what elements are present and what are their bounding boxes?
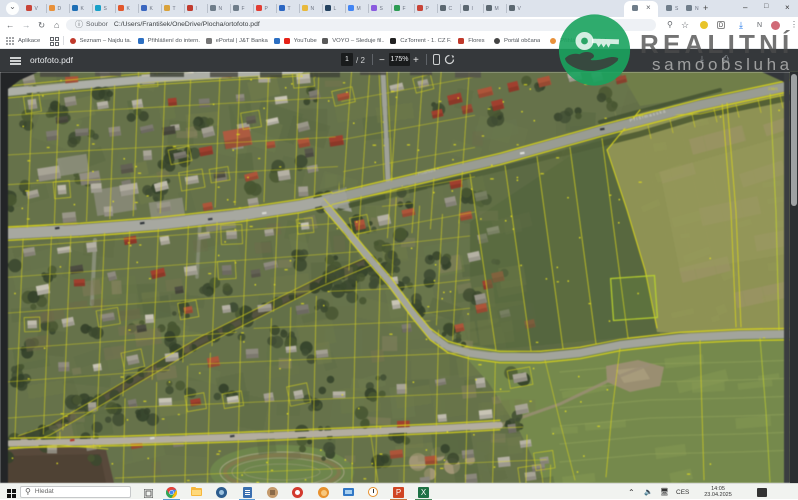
svg-text:236/1: 236/1 (768, 86, 779, 91)
